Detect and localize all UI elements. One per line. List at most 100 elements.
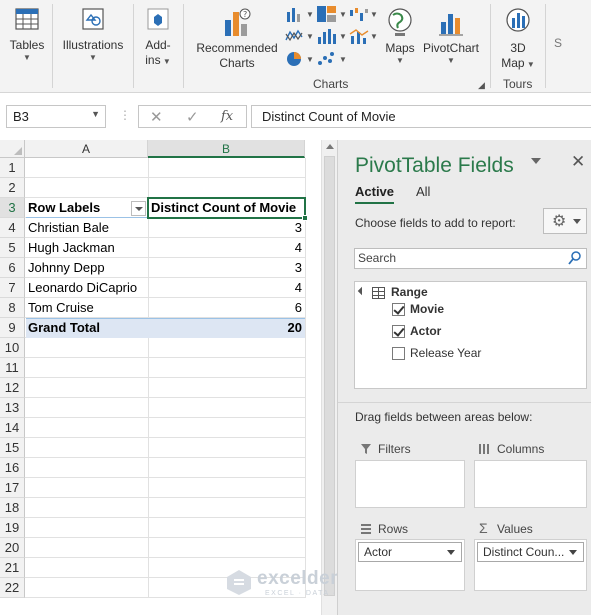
- addins-icon: [147, 8, 169, 30]
- tools-button[interactable]: ⚙: [543, 208, 587, 234]
- grand-total-label[interactable]: Grand Total: [25, 318, 148, 338]
- values-field-distinct-count[interactable]: Distinct Coun...: [477, 542, 584, 562]
- gridline: [25, 557, 305, 558]
- 3d-map-button[interactable]: 3D Map ▼: [496, 6, 540, 71]
- row-header-5[interactable]: 5: [0, 238, 25, 258]
- chevron-down-icon: ▼: [396, 56, 404, 65]
- name-box[interactable]: B3 ▼: [6, 105, 106, 128]
- collapse-arrow-icon[interactable]: [357, 286, 367, 296]
- field-label-actor[interactable]: Actor: [410, 324, 441, 338]
- column-header-a[interactable]: A: [25, 140, 148, 158]
- waterfall-chart-icon[interactable]: [349, 6, 371, 24]
- row-header-21[interactable]: 21: [0, 558, 25, 578]
- count-value-cell[interactable]: 3: [148, 258, 305, 278]
- insert-function-icon[interactable]: fx: [221, 109, 233, 124]
- row-header-18[interactable]: 18: [0, 498, 25, 518]
- table-icon: [15, 8, 39, 30]
- gridline: [25, 497, 305, 498]
- svg-text:?: ?: [243, 10, 247, 19]
- partial-ribbon-item[interactable]: S: [553, 36, 563, 51]
- row-header-11[interactable]: 11: [0, 358, 25, 378]
- scroll-up-icon[interactable]: [326, 144, 334, 149]
- pie-chart-icon[interactable]: [285, 50, 307, 68]
- row-header-22[interactable]: 22: [0, 578, 25, 598]
- field-checkbox-release-year[interactable]: [392, 347, 405, 360]
- maps-button[interactable]: Maps ▼: [382, 6, 418, 66]
- combo-chart-icon[interactable]: [349, 28, 371, 46]
- recommended-charts-button[interactable]: ? Recommended Charts: [192, 6, 282, 71]
- gridline: [25, 477, 305, 478]
- rows-field-actor[interactable]: Actor: [358, 542, 462, 562]
- row-header-12[interactable]: 12: [0, 378, 25, 398]
- row-header-19[interactable]: 19: [0, 518, 25, 538]
- row-labels-header[interactable]: Row Labels: [25, 198, 133, 218]
- ribbon-separator: [545, 4, 546, 88]
- close-icon[interactable]: ✕: [571, 152, 585, 172]
- row-header-20[interactable]: 20: [0, 538, 25, 558]
- row-label-cell[interactable]: Tom Cruise: [25, 298, 148, 318]
- row-header-17[interactable]: 17: [0, 478, 25, 498]
- chevron-down-icon: ▼: [306, 55, 314, 64]
- pane-options-dropdown-icon[interactable]: [531, 158, 541, 164]
- formula-input[interactable]: Distinct Count of Movie: [251, 105, 591, 128]
- row-label-cell[interactable]: Hugh Jackman: [25, 238, 148, 258]
- field-search-input[interactable]: Search: [354, 248, 587, 269]
- dialog-launcher-icon[interactable]: ◢: [478, 80, 485, 91]
- select-all-button[interactable]: [0, 140, 25, 158]
- field-label-release-year[interactable]: Release Year: [410, 346, 481, 360]
- addins-button[interactable]: Add- ins ▼: [138, 6, 178, 68]
- vertical-scrollbar[interactable]: [321, 140, 337, 615]
- chevron-down-icon: ▼: [370, 10, 378, 19]
- field-checkbox-movie[interactable]: [392, 303, 405, 316]
- row-header-14[interactable]: 14: [0, 418, 25, 438]
- row-header-2[interactable]: 2: [0, 178, 25, 198]
- fill-handle[interactable]: [302, 215, 308, 221]
- count-value-cell[interactable]: 4: [148, 238, 305, 258]
- count-value-cell[interactable]: 4: [148, 278, 305, 298]
- column-header-b[interactable]: B: [148, 140, 305, 158]
- pane-title: PivotTable Fields: [355, 154, 514, 177]
- 3d-map-label-2: Map: [501, 56, 525, 70]
- cancel-icon[interactable]: ✕: [150, 108, 163, 126]
- scrollbar-thumb[interactable]: [324, 156, 335, 596]
- recommended-label-1: Recommended: [196, 41, 278, 55]
- scatter-chart-icon[interactable]: [316, 50, 338, 68]
- row-header-7[interactable]: 7: [0, 278, 25, 298]
- row-header-16[interactable]: 16: [0, 458, 25, 478]
- illustrations-button[interactable]: Illustrations ▼: [58, 6, 128, 63]
- row-label-cell[interactable]: Johnny Depp: [25, 258, 148, 278]
- hierarchy-chart-icon[interactable]: [316, 5, 338, 23]
- enter-icon[interactable]: ✓: [186, 108, 199, 126]
- count-value-cell[interactable]: 6: [148, 298, 305, 318]
- field-checkbox-actor[interactable]: [392, 325, 405, 338]
- row-header-4[interactable]: 4: [0, 218, 25, 238]
- recommended-label-2: Charts: [219, 56, 255, 70]
- row-header-13[interactable]: 13: [0, 398, 25, 418]
- row-label-cell[interactable]: Leonardo DiCaprio: [25, 278, 148, 298]
- row-header-15[interactable]: 15: [0, 438, 25, 458]
- row-header-10[interactable]: 10: [0, 338, 25, 358]
- filter-dropdown-button[interactable]: [131, 201, 146, 216]
- ribbon: Tables ▼ Illustrations ▼ Add- ins ▼ ? Re…: [0, 0, 591, 93]
- grand-total-value[interactable]: 20: [148, 318, 305, 338]
- tab-all[interactable]: All: [416, 184, 430, 199]
- row-label-cell[interactable]: Christian Bale: [25, 218, 148, 238]
- row-header-3[interactable]: 3: [0, 198, 25, 218]
- column-chart-icon[interactable]: [285, 6, 307, 24]
- row-header-6[interactable]: 6: [0, 258, 25, 278]
- line-chart-icon[interactable]: [285, 28, 307, 46]
- pivotchart-button[interactable]: PivotChart ▼: [420, 6, 482, 66]
- columns-drop-area[interactable]: [474, 460, 587, 508]
- tables-button[interactable]: Tables ▼: [6, 6, 48, 63]
- statistic-chart-icon[interactable]: [316, 28, 338, 46]
- row-header-8[interactable]: 8: [0, 298, 25, 318]
- values-area-label: Values: [497, 522, 533, 536]
- row-header-9[interactable]: 9: [0, 318, 25, 338]
- row-header-1[interactable]: 1: [0, 158, 25, 178]
- field-label-movie[interactable]: Movie: [410, 302, 444, 316]
- filters-drop-area[interactable]: [355, 460, 465, 508]
- count-value-cell[interactable]: 3: [148, 218, 305, 238]
- sigma-icon: Σ: [479, 520, 488, 536]
- name-box-value: B3: [13, 109, 29, 124]
- tab-active[interactable]: Active: [355, 184, 395, 204]
